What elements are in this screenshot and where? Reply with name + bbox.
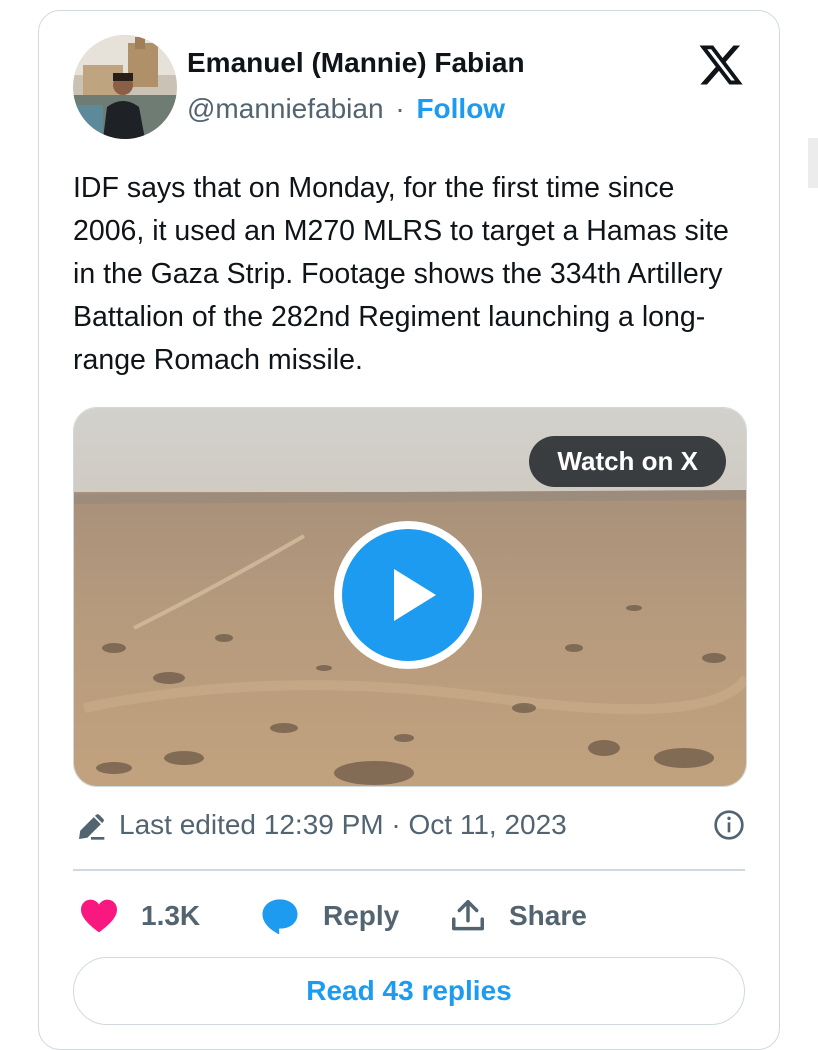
reply-button[interactable]: Reply — [259, 891, 399, 941]
info-icon[interactable] — [713, 809, 745, 841]
author-handle[interactable]: @manniefabian — [187, 93, 384, 124]
author-name[interactable]: Emanuel (Mannie) Fabian — [187, 47, 525, 79]
share-upload-icon — [452, 900, 484, 931]
page-scrollbar[interactable] — [808, 138, 818, 188]
read-replies-label: Read 43 replies — [306, 975, 512, 1006]
action-bar: 1.3K Reply Share — [73, 891, 745, 941]
reply-bubble-icon — [262, 899, 298, 935]
edit-info-row: Last edited 12:39 PM · Oct 11, 2023 — [73, 807, 745, 847]
pencil-icon — [75, 811, 107, 843]
tweet-header: Emanuel (Mannie) Fabian @manniefabian · … — [73, 35, 745, 143]
author-handle-row: @manniefabian · Follow — [187, 93, 505, 125]
divider — [73, 869, 745, 871]
share-label: Share — [509, 900, 587, 931]
separator-dot: · — [395, 93, 405, 124]
heart-icon — [81, 899, 117, 933]
watch-on-x-button[interactable]: Watch on X — [529, 436, 726, 487]
video-thumbnail[interactable]: Watch on X — [73, 407, 747, 787]
last-edited-timestamp[interactable]: Last edited 12:39 PM · Oct 11, 2023 — [119, 809, 567, 841]
reply-label: Reply — [323, 900, 400, 931]
embedded-tweet-card[interactable]: Emanuel (Mannie) Fabian @manniefabian · … — [38, 10, 780, 1050]
tweet-text: IDF says that on Monday, for the first t… — [73, 172, 729, 376]
read-replies-button[interactable]: Read 43 replies — [73, 957, 745, 1025]
share-button[interactable]: Share — [449, 891, 587, 941]
avatar[interactable] — [73, 35, 177, 139]
x-logo-icon[interactable] — [697, 41, 745, 89]
follow-button[interactable]: Follow — [416, 93, 505, 124]
like-count: 1.3K — [141, 900, 201, 931]
play-icon[interactable] — [332, 519, 484, 671]
like-button[interactable]: 1.3K — [79, 891, 200, 941]
